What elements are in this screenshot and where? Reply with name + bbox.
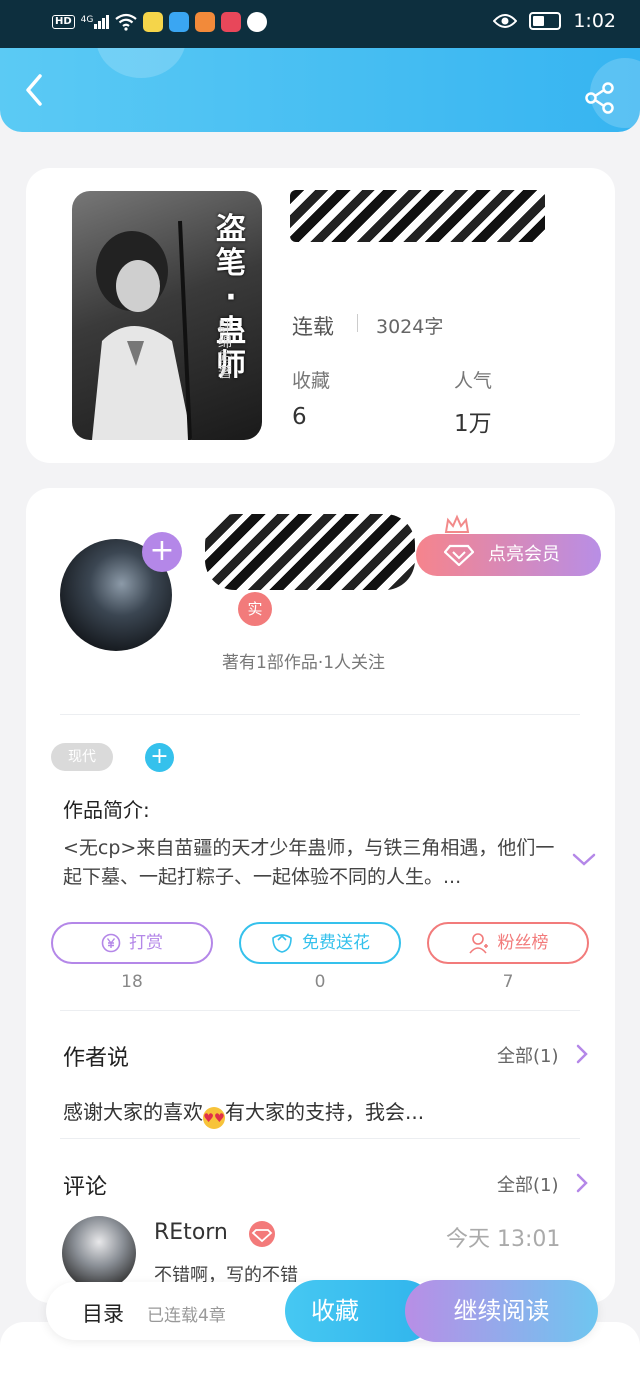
crown-icon: [444, 514, 470, 533]
book-title-redacted: [290, 190, 545, 242]
app-icon-globe: [247, 12, 268, 32]
divider: [60, 1138, 580, 1139]
chevron-right-icon[interactable]: [574, 1043, 590, 1065]
verified-badge: 实: [238, 592, 272, 626]
send-flower-button[interactable]: 免费送花: [239, 922, 401, 964]
cover-author: 肆绵㊣著: [218, 320, 232, 381]
signal-icon: 4G: [81, 15, 110, 29]
word-count: 3024字: [376, 316, 444, 338]
author-says-text: 感谢大家的喜欢♥♥有大家的支持，我会...: [63, 1096, 424, 1129]
eye-icon: [493, 14, 518, 28]
vip-badge-icon: [249, 1221, 275, 1247]
wifi-icon: [115, 13, 138, 31]
popularity-label: 人气: [454, 370, 493, 392]
comments-title: 评论: [63, 1175, 108, 1200]
member-button-label: 点亮会员: [488, 544, 560, 565]
book-status: 连载: [292, 315, 334, 339]
add-tag-button[interactable]: +: [145, 743, 174, 772]
app-icon-red: [221, 12, 242, 32]
chevron-down-icon[interactable]: [570, 850, 598, 870]
divider: [60, 1010, 580, 1011]
follow-author-button[interactable]: +: [142, 532, 182, 572]
tip-label: 打赏: [129, 933, 163, 953]
tip-button[interactable]: 打赏: [51, 922, 213, 964]
commenter-avatar[interactable]: [62, 1216, 136, 1290]
yen-icon: [101, 933, 121, 953]
author-name-redacted: [205, 514, 415, 590]
intro-title: 作品简介:: [63, 798, 150, 822]
decor-bubble: [96, 48, 186, 78]
heart-eyes-emoji-icon: ♥♥: [203, 1107, 225, 1129]
intro-text: <无cp>来自苗疆的天才少年蛊师，与铁三角相遇，他们一起下墓、一起打粽子、一起体…: [63, 837, 555, 888]
author-says-title: 作者说: [63, 1046, 130, 1071]
author-info: 著有1部作品·1人关注: [222, 653, 386, 673]
top-header: [0, 48, 640, 132]
tag-chip[interactable]: 现代: [51, 743, 113, 771]
battery-icon: [529, 12, 562, 30]
divider: [60, 714, 580, 715]
back-icon[interactable]: [20, 72, 50, 108]
diamond-icon: [444, 544, 474, 566]
book-cover[interactable]: 盗 笔 · 蛊 师 肆绵㊣著: [72, 191, 262, 440]
status-left-icons: HD 4G: [52, 12, 268, 32]
status-divider: [357, 314, 358, 332]
share-icon[interactable]: [584, 82, 616, 114]
status-bar: HD 4G 1:02: [0, 0, 640, 48]
tip-count: 18: [121, 972, 143, 992]
user-rank-icon: [468, 933, 488, 954]
popularity-value: 1万: [454, 411, 492, 437]
hd-network-badge: HD: [52, 15, 75, 29]
fan-ranking-label: 粉丝榜: [497, 933, 549, 953]
flower-count: 0: [314, 972, 326, 992]
comment-time: 今天 13:01: [446, 1227, 561, 1252]
favorites-value: 6: [292, 404, 307, 430]
app-icon-blue: [169, 12, 190, 32]
app-icon-yellow: [143, 12, 164, 32]
flower-label: 免费送花: [302, 933, 370, 953]
continue-reading-button[interactable]: 继续阅读: [405, 1280, 598, 1342]
activate-member-button[interactable]: 点亮会员: [416, 534, 601, 576]
favorites-label: 收藏: [292, 370, 331, 392]
status-time: 1:02: [573, 10, 616, 32]
status-right: 1:02: [493, 10, 616, 32]
app-icon-orange: [195, 12, 216, 32]
flower-icon: [272, 934, 292, 953]
chevron-right-icon[interactable]: [574, 1172, 590, 1194]
fan-count: 7: [502, 972, 514, 992]
author-says-all-link[interactable]: 全部(1): [497, 1042, 559, 1068]
chapter-count: 已连载4章: [147, 1306, 226, 1326]
fan-ranking-button[interactable]: 粉丝榜: [427, 922, 589, 964]
toc-button[interactable]: 目录: [82, 1298, 124, 1328]
comments-all-link[interactable]: 全部(1): [497, 1171, 559, 1197]
commenter-name[interactable]: REtorn: [154, 1220, 228, 1245]
